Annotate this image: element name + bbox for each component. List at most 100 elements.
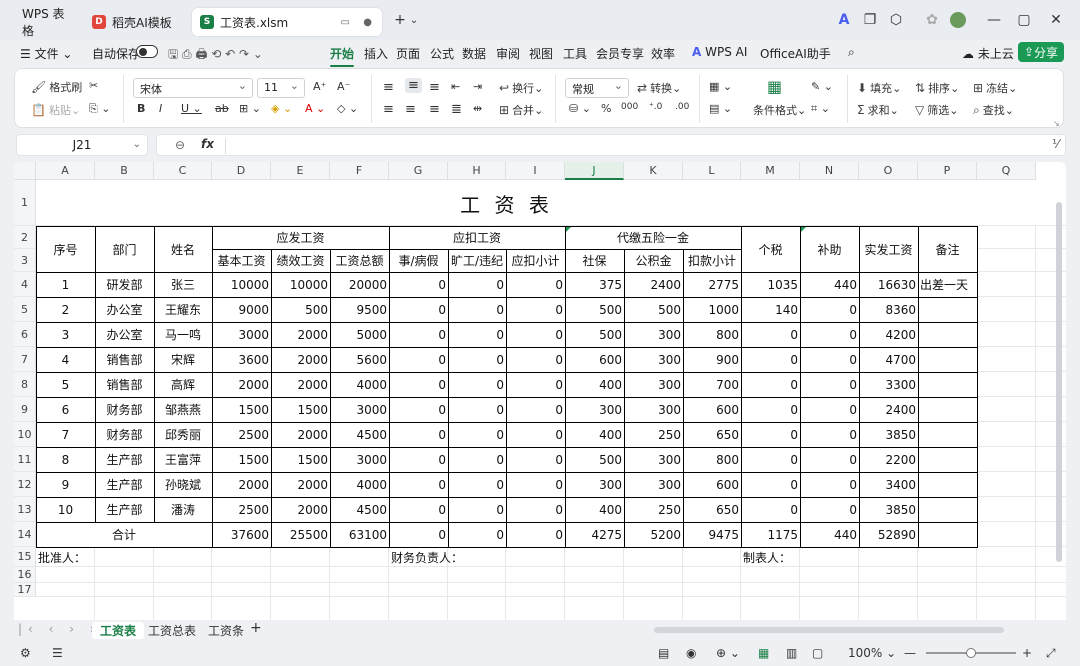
- sheet-tab-salary[interactable]: 工资表: [92, 622, 145, 639]
- align-left-icon[interactable]: ≡: [383, 102, 394, 117]
- file-menu[interactable]: ☰ 文件 ⌄: [20, 45, 72, 62]
- table-style-icon[interactable]: ▦ ⌄: [709, 80, 732, 93]
- table-cell[interactable]: 2775: [683, 272, 741, 297]
- table-cell[interactable]: 财务部: [95, 397, 154, 422]
- zoom-level[interactable]: 100% ⌄: [848, 646, 896, 660]
- row-header-1[interactable]: 1: [14, 180, 36, 226]
- table-cell[interactable]: 0: [448, 322, 506, 347]
- table-cell[interactable]: 生产部: [95, 497, 154, 522]
- tab-officeai[interactable]: OfficeAI助手: [760, 45, 831, 62]
- table-cell[interactable]: 0: [389, 497, 448, 522]
- normal-view-icon[interactable]: ▦: [758, 646, 769, 660]
- table-cell[interactable]: 3850: [859, 422, 918, 447]
- table-cell[interactable]: [918, 297, 977, 322]
- align-top-icon[interactable]: ≡: [383, 80, 394, 95]
- table-cell[interactable]: 0: [389, 397, 448, 422]
- total-cell[interactable]: 0: [448, 522, 506, 547]
- zoom-out-icon[interactable]: —: [904, 646, 916, 660]
- chevron-down-icon[interactable]: ⌄: [404, 15, 424, 26]
- total-cell[interactable]: 5200: [624, 522, 683, 547]
- table-cell[interactable]: 0: [800, 297, 859, 322]
- indent-increase-icon[interactable]: ⇥: [473, 80, 482, 93]
- number-format-select[interactable]: 常规: [565, 78, 629, 98]
- decimal-decrease-icon[interactable]: .00: [675, 102, 689, 112]
- font-grow-icon[interactable]: A⁺: [313, 80, 326, 93]
- row-header-17[interactable]: 17: [14, 583, 36, 597]
- search-icon[interactable]: ⌕: [848, 45, 855, 60]
- tab-insert[interactable]: 插入: [364, 45, 388, 62]
- merge-button[interactable]: ⊞ 合并 ⌄: [499, 102, 543, 118]
- font-size-select[interactable]: 11: [257, 78, 305, 98]
- table-cell[interactable]: 0: [800, 347, 859, 372]
- table-cell[interactable]: 2500: [212, 497, 271, 522]
- table-cell[interactable]: 1500: [271, 447, 330, 472]
- ribbon-expand-icon[interactable]: ↘: [1053, 119, 1060, 128]
- column-header-d[interactable]: D: [212, 162, 271, 180]
- table-cell[interactable]: 0: [506, 322, 565, 347]
- column-header-h[interactable]: H: [448, 162, 506, 180]
- table-cell[interactable]: 0: [448, 497, 506, 522]
- table-cell[interactable]: 140: [741, 297, 800, 322]
- table-cell[interactable]: 0: [389, 472, 448, 497]
- name-box[interactable]: J21 ⌄: [16, 134, 148, 156]
- page-layout-icon[interactable]: ▥: [786, 646, 797, 660]
- table-cell[interactable]: 0: [448, 397, 506, 422]
- select-all-corner[interactable]: [14, 162, 36, 180]
- table-cell[interactable]: 800: [683, 447, 741, 472]
- table-cell[interactable]: 400: [565, 497, 624, 522]
- tab-wps-home[interactable]: WPS 表格: [14, 7, 78, 38]
- font-color-icon[interactable]: A ⌄: [305, 102, 325, 115]
- format-painter-button[interactable]: 🖌 格式刷: [31, 79, 82, 95]
- table-cell[interactable]: 1000: [683, 297, 741, 322]
- table-cell[interactable]: 9500: [330, 297, 389, 322]
- column-header-j[interactable]: J: [565, 162, 624, 180]
- table-cell[interactable]: 3000: [330, 397, 389, 422]
- table-cell[interactable]: 3400: [859, 472, 918, 497]
- table-cell[interactable]: 1500: [271, 397, 330, 422]
- table-cell[interactable]: 2000: [271, 472, 330, 497]
- table-cell[interactable]: 办公室: [95, 322, 154, 347]
- column-header-e[interactable]: E: [271, 162, 330, 180]
- table-cell[interactable]: 0: [800, 397, 859, 422]
- table-cell[interactable]: 3600: [212, 347, 271, 372]
- table-cell[interactable]: 出差一天: [918, 272, 977, 297]
- table-cell[interactable]: 销售部: [95, 347, 154, 372]
- table-cell[interactable]: 300: [624, 372, 683, 397]
- table-cell[interactable]: 1: [36, 272, 95, 297]
- table-cell[interactable]: 0: [741, 497, 800, 522]
- total-cell[interactable]: 52890: [859, 522, 918, 547]
- ai-icon[interactable]: A: [834, 12, 854, 28]
- table-cell[interactable]: 邹燕燕: [154, 397, 212, 422]
- eye-icon[interactable]: ◉: [686, 646, 696, 660]
- percent-icon[interactable]: %: [601, 102, 611, 115]
- table-cell[interactable]: 0: [448, 347, 506, 372]
- align-middle-icon[interactable]: ≡: [405, 78, 422, 93]
- vertical-scrollbar[interactable]: [1056, 202, 1062, 562]
- table-cell[interactable]: 宋辉: [154, 347, 212, 372]
- row-header-6[interactable]: 6: [14, 322, 36, 347]
- table-cell[interactable]: 办公室: [95, 297, 154, 322]
- table-cell[interactable]: 0: [741, 447, 800, 472]
- table-cell[interactable]: 600: [565, 347, 624, 372]
- table-cell[interactable]: 500: [271, 297, 330, 322]
- page-break-icon[interactable]: ▢: [812, 646, 823, 660]
- row-header-7[interactable]: 7: [14, 347, 36, 372]
- tab-efficiency[interactable]: 效率: [651, 45, 675, 62]
- row-header-12[interactable]: 12: [14, 472, 36, 497]
- table-cell[interactable]: 0: [389, 372, 448, 397]
- table-cell[interactable]: [918, 397, 977, 422]
- table-cell[interactable]: 2000: [271, 347, 330, 372]
- autosave-toggle[interactable]: [136, 45, 158, 58]
- total-cell[interactable]: 63100: [330, 522, 389, 547]
- column-header-l[interactable]: L: [683, 162, 741, 180]
- tab-wps-ai[interactable]: A WPS AI: [692, 45, 747, 59]
- table-cell[interactable]: 10000: [271, 272, 330, 297]
- table-cell[interactable]: 250: [624, 497, 683, 522]
- table-cell[interactable]: 财务部: [95, 422, 154, 447]
- table-cell[interactable]: 600: [683, 472, 741, 497]
- fullscreen-icon[interactable]: ⤢: [1046, 646, 1056, 661]
- bold-icon[interactable]: B: [137, 102, 145, 115]
- table-cell[interactable]: 0: [506, 497, 565, 522]
- justify-icon[interactable]: ≣: [451, 102, 462, 117]
- conditional-format-icon[interactable]: ▦: [767, 77, 782, 96]
